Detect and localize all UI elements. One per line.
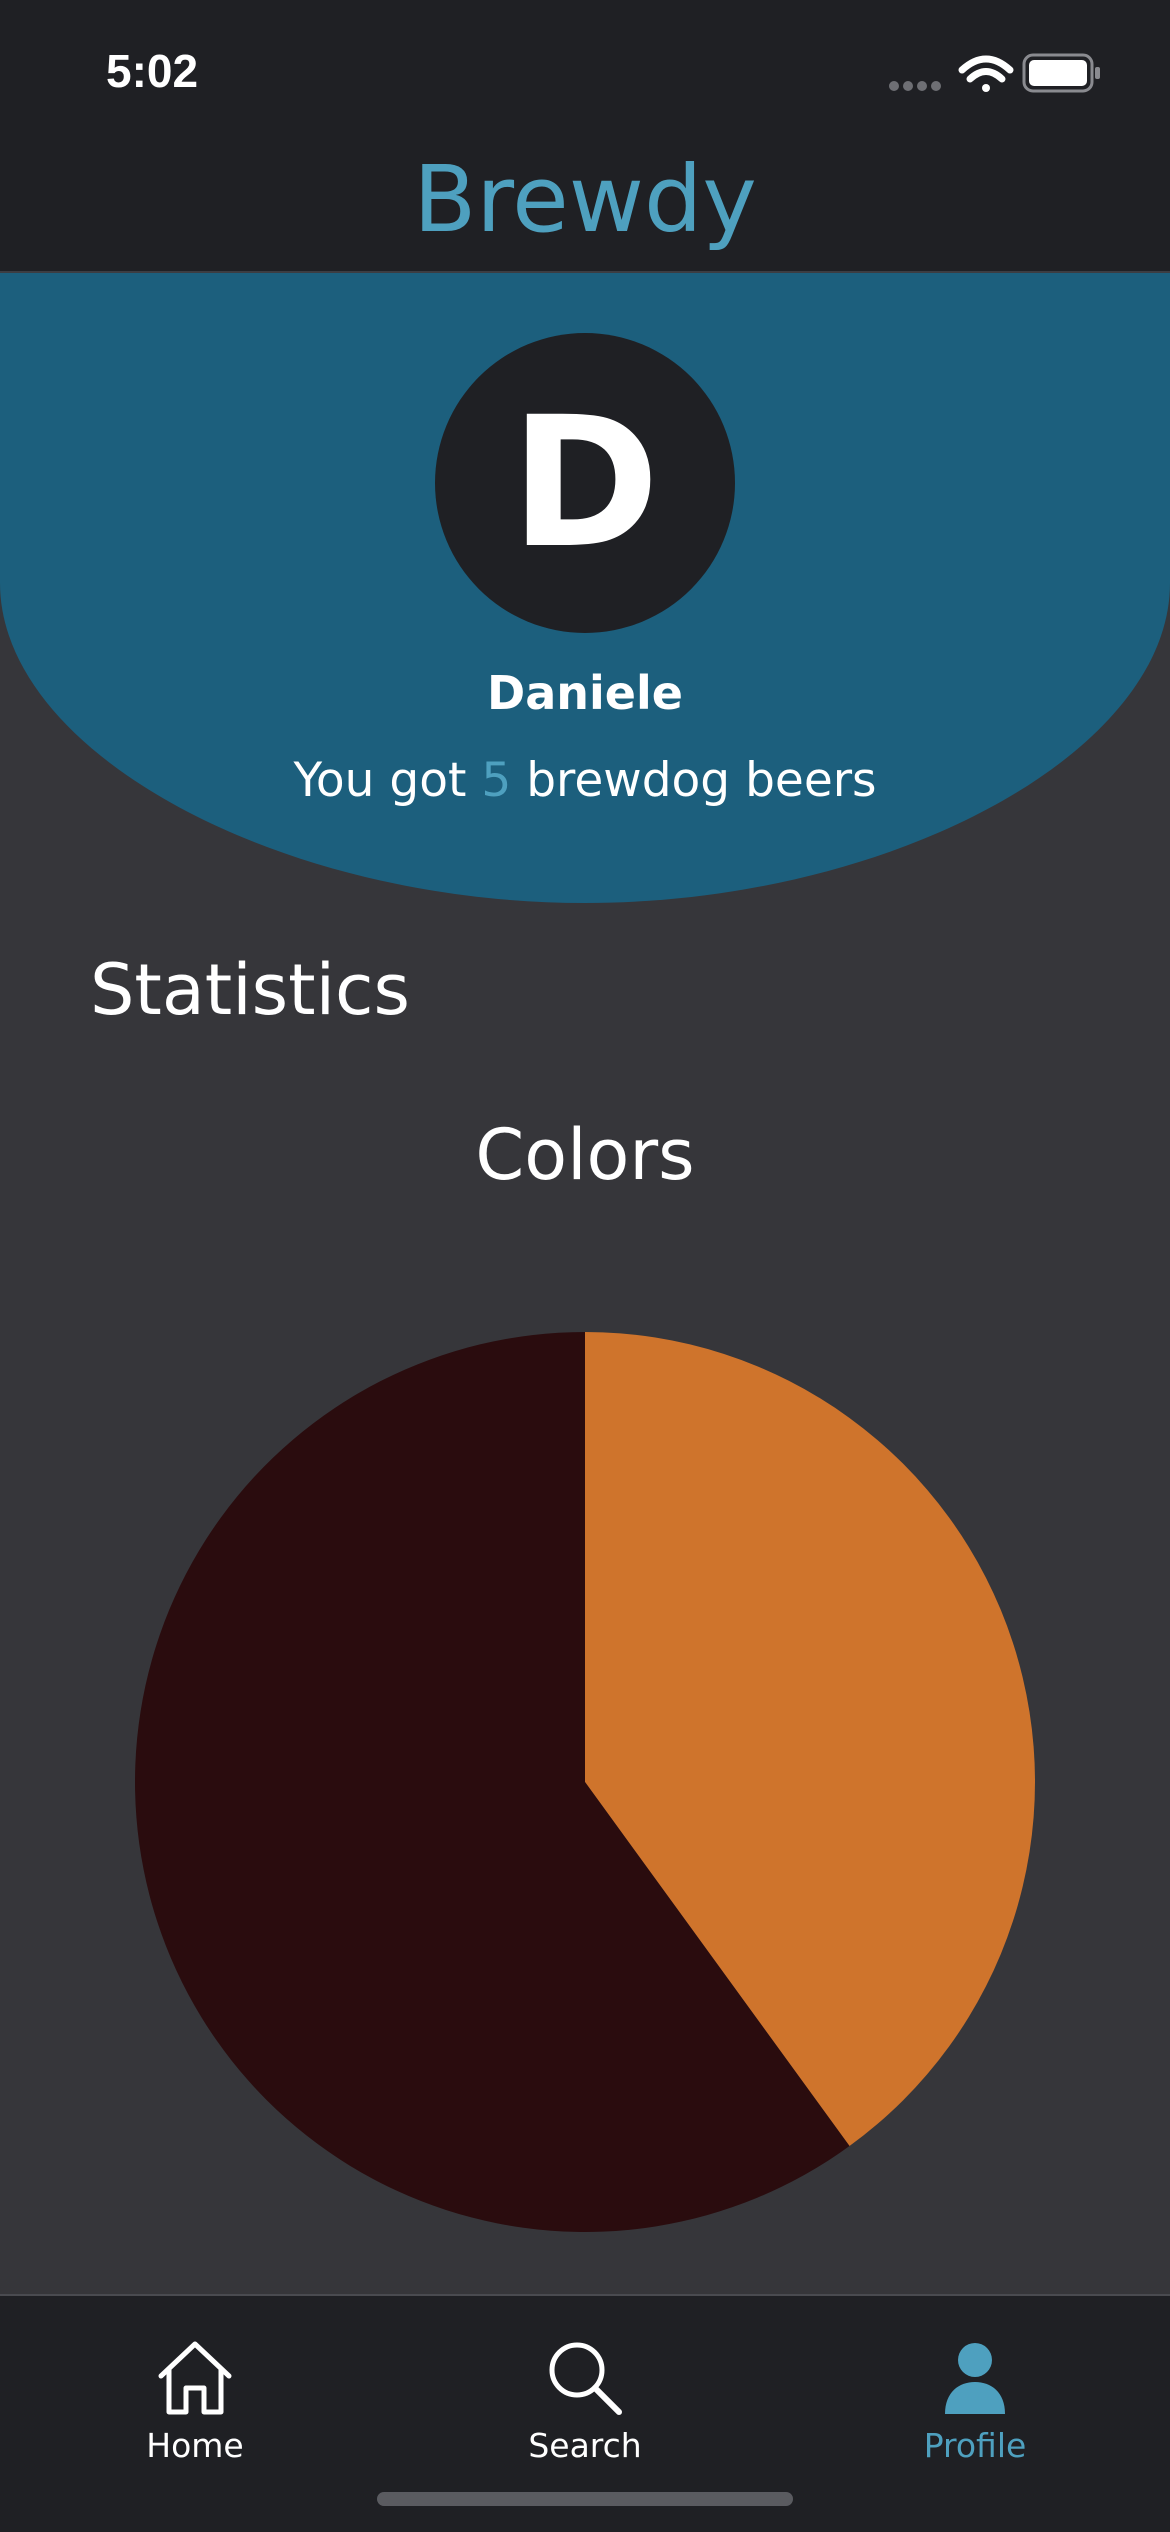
avatar-initial: D [510, 378, 660, 588]
chart-title: Colors [475, 1114, 695, 1196]
tab-home[interactable]: Home [65, 2336, 325, 2486]
avatar: D [435, 333, 735, 633]
status-icons [889, 53, 1100, 93]
cellular-signal-icon [889, 81, 941, 91]
beer-count-value: 5 [481, 753, 512, 808]
tab-search-label: Search [528, 2426, 642, 2465]
tab-search[interactable]: Search [455, 2336, 715, 2486]
status-bar: 5:02 [0, 0, 1170, 140]
tab-profile[interactable]: Profile [845, 2336, 1105, 2486]
beer-count-suffix: brewdog beers [526, 753, 877, 808]
colors-pie-chart [134, 1332, 1035, 2232]
tab-home-label: Home [146, 2426, 244, 2465]
beer-count-text: You got 5 brewdog beers [0, 751, 1170, 811]
app-title: Brewdy [413, 146, 757, 253]
tab-profile-label: Profile [923, 2426, 1027, 2465]
profile-icon [945, 2343, 1005, 2414]
home-indicator [377, 2492, 793, 2506]
home-icon [158, 2341, 232, 2415]
wifi-icon [958, 55, 1014, 92]
statistics-title: Statistics [90, 949, 410, 1031]
user-name: Daniele [487, 666, 683, 720]
beer-count-prefix: You got [293, 753, 467, 808]
nav-header: Brewdy [0, 140, 1170, 273]
battery-icon [1022, 53, 1100, 93]
search-icon [549, 2342, 622, 2415]
profile-banner: D Daniele You got 5 brewdog beers [0, 273, 1170, 903]
status-time: 5:02 [106, 45, 199, 97]
